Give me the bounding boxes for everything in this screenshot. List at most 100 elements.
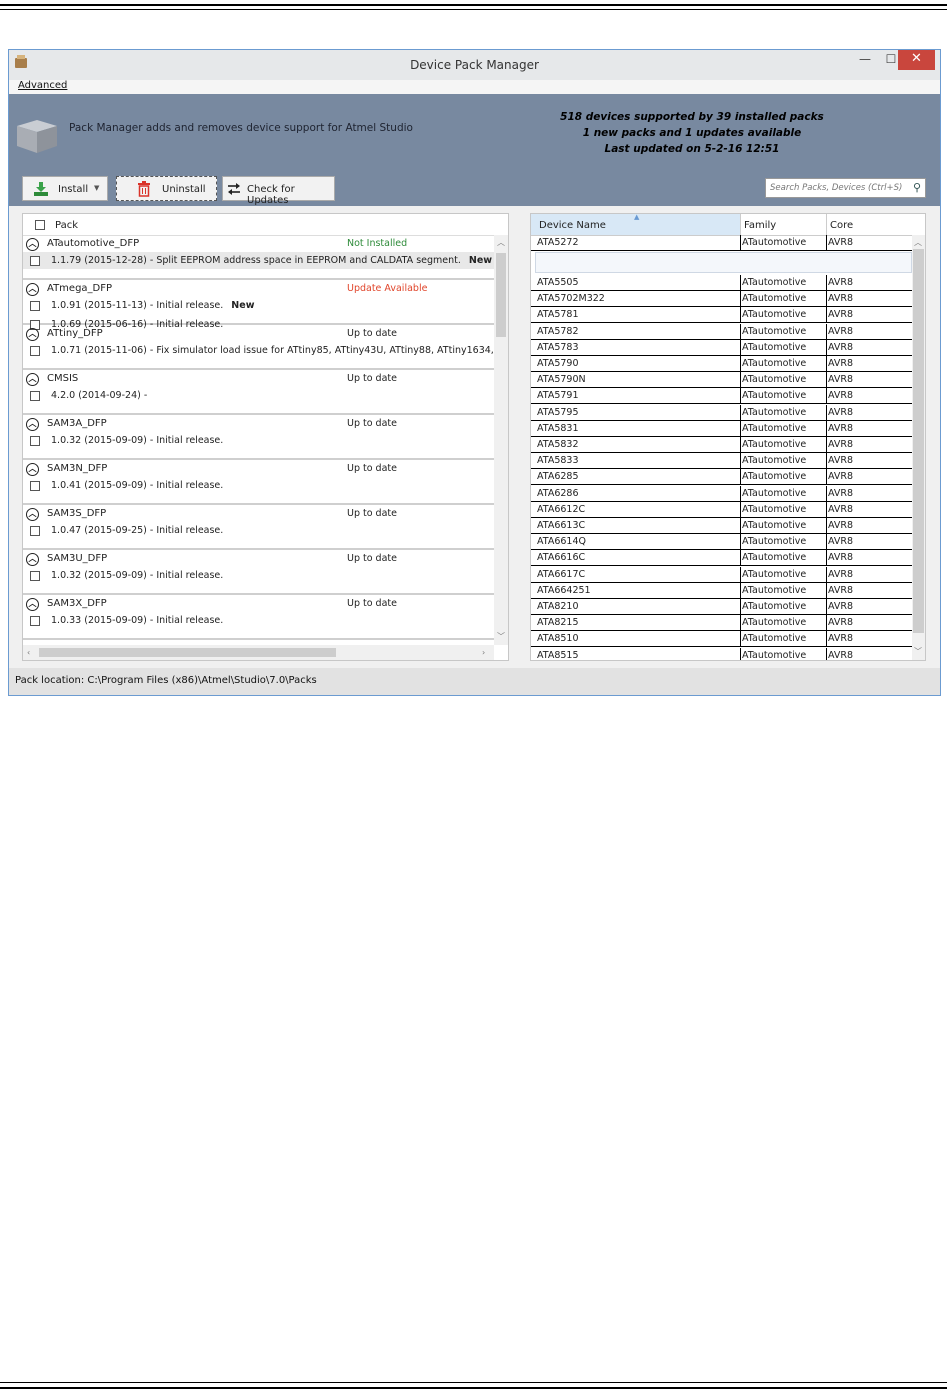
table-row[interactable]: ATA5833 ATautomotive AVR8 xyxy=(531,453,912,470)
scroll-down-arrow-icon[interactable]: ﹀ xyxy=(914,646,922,657)
table-row[interactable]: ATA6612C ATautomotive AVR8 xyxy=(531,501,912,518)
table-row[interactable]: ATA5795 ATautomotive AVR8 xyxy=(531,404,912,421)
cell-divider xyxy=(826,647,827,660)
close-button[interactable]: ✕ xyxy=(898,50,935,70)
table-row[interactable]: ATA5781 ATautomotive AVR8 xyxy=(531,307,912,324)
table-row[interactable]: ATA5791 ATautomotive AVR8 xyxy=(531,388,912,405)
table-row[interactable]: ATA6286 ATautomotive AVR8 xyxy=(531,485,912,502)
version-checkbox[interactable] xyxy=(30,481,40,491)
pack-list-horizontal-scrollbar[interactable]: ‹ › xyxy=(23,645,494,660)
collapse-icon[interactable]: ︿ xyxy=(26,553,39,566)
search-input[interactable]: Search Packs, Devices (Ctrl+S) ⚲ xyxy=(765,178,926,198)
scroll-down-arrow-icon[interactable]: ﹀ xyxy=(497,631,505,642)
pack-column-header[interactable]: Pack xyxy=(23,214,494,236)
table-row[interactable]: ATA5783 ATautomotive AVR8 xyxy=(531,339,912,356)
collapse-icon[interactable]: ︿ xyxy=(26,598,39,611)
table-row[interactable]: ATA6617C ATautomotive AVR8 xyxy=(531,566,912,583)
table-row[interactable]: ATA5702M322 ATautomotive AVR8 xyxy=(531,291,912,308)
table-row[interactable]: ATA5832 ATautomotive AVR8 xyxy=(531,437,912,453)
scroll-up-arrow-icon[interactable]: ︿ xyxy=(914,237,922,248)
version-checkbox[interactable] xyxy=(30,391,40,401)
pack-version-row[interactable]: 4.2.0 (2014-09-24) - xyxy=(23,387,494,404)
version-checkbox[interactable] xyxy=(30,526,40,536)
column-header-family[interactable]: Family xyxy=(744,220,776,231)
scrollbar-thumb[interactable] xyxy=(913,249,924,633)
core-cell: AVR8 xyxy=(828,455,854,467)
device-name-cell: ATA6617C xyxy=(537,568,586,580)
pack-version-row[interactable]: 1.1.79 (2015-12-28) - Split EEPROM addre… xyxy=(23,252,494,269)
table-row[interactable]: ATA6616C ATautomotive AVR8 xyxy=(531,550,912,567)
table-row[interactable]: ATA6285 ATautomotive AVR8 xyxy=(531,469,912,486)
collapse-icon[interactable]: ︿ xyxy=(26,373,39,386)
version-checkbox[interactable] xyxy=(30,436,40,446)
version-checkbox[interactable] xyxy=(30,616,40,626)
table-row[interactable]: ATA5505 ATautomotive AVR8 xyxy=(531,275,912,291)
table-row[interactable]: ATA5831 ATautomotive AVR8 xyxy=(531,420,912,437)
device-name-cell: ATA5790N xyxy=(537,374,586,386)
column-divider[interactable] xyxy=(740,214,741,235)
pack-version-row[interactable]: 1.0.32 (2015-09-09) - Initial release. xyxy=(23,432,494,449)
version-checkbox[interactable] xyxy=(30,256,40,266)
new-row-placeholder[interactable] xyxy=(535,252,912,273)
family-cell: ATautomotive xyxy=(742,406,807,418)
pack-version-row[interactable]: 1.0.71 (2015-11-06) - Fix simulator load… xyxy=(23,342,508,359)
table-row[interactable]: ATA8515 ATautomotive AVR8 xyxy=(531,647,912,660)
family-cell: ATautomotive xyxy=(742,552,807,564)
table-row[interactable]: ATA8215 ATautomotive AVR8 xyxy=(531,615,912,632)
cell-divider xyxy=(826,582,827,599)
minimize-button[interactable]: — xyxy=(852,50,878,70)
collapse-icon[interactable]: ︿ xyxy=(26,418,39,431)
cell-divider xyxy=(826,453,827,470)
pack-version-row[interactable]: 1.0.47 (2015-09-25) - Initial release. xyxy=(23,522,494,539)
collapse-icon[interactable]: ︿ xyxy=(26,238,39,251)
scrollbar-thumb[interactable] xyxy=(496,253,506,337)
table-row[interactable]: ATA5782 ATautomotive AVR8 xyxy=(531,323,912,340)
collapse-icon[interactable]: ︿ xyxy=(26,283,39,296)
collapse-icon[interactable]: ︿ xyxy=(26,328,39,341)
scroll-left-arrow-icon[interactable]: ‹ xyxy=(27,648,30,657)
version-checkbox[interactable] xyxy=(30,346,40,356)
select-all-checkbox[interactable] xyxy=(35,220,45,230)
pack-name: SAM3N_DFP xyxy=(47,463,108,474)
column-divider[interactable] xyxy=(826,214,827,235)
table-row[interactable]: ATA5272 ATautomotive AVR8 xyxy=(531,235,912,251)
table-row[interactable]: ATA8510 ATautomotive AVR8 xyxy=(531,631,912,648)
search-icon[interactable]: ⚲ xyxy=(913,181,921,194)
stats-updates: 1 new packs and 1 updates available xyxy=(582,127,802,139)
table-row[interactable]: ATA6613C ATautomotive AVR8 xyxy=(531,518,912,534)
pack-list-vertical-scrollbar[interactable]: ︿ ﹀ xyxy=(494,235,508,645)
version-checkbox[interactable] xyxy=(30,571,40,581)
chevron-down-icon[interactable]: ▼ xyxy=(94,184,99,192)
table-row[interactable]: ATA5790 ATautomotive AVR8 xyxy=(531,356,912,372)
collapse-icon[interactable]: ︿ xyxy=(26,508,39,521)
device-name-cell: ATA5702M322 xyxy=(537,293,605,305)
column-header-core[interactable]: Core xyxy=(830,220,853,231)
device-table-vertical-scrollbar[interactable]: ︿ ﹀ xyxy=(912,235,925,660)
pack-name: ATtiny_DFP xyxy=(47,328,103,339)
title-bar[interactable]: Device Pack Manager — ☐ ✕ xyxy=(9,50,940,80)
core-cell: AVR8 xyxy=(828,422,854,434)
panel-splitter[interactable] xyxy=(514,213,526,661)
collapse-icon[interactable]: ︿ xyxy=(26,463,39,476)
stats-summary: 518 devices supported by 39 installed pa… xyxy=(509,109,875,157)
uninstall-button[interactable]: Uninstall xyxy=(116,176,217,201)
pack-version-row[interactable]: 1.0.41 (2015-09-09) - Initial release. xyxy=(23,477,494,494)
pack-version-row[interactable]: 1.0.33 (2015-09-09) - Initial release. xyxy=(23,612,494,629)
scrollbar-thumb[interactable] xyxy=(39,648,336,657)
scroll-right-arrow-icon[interactable]: › xyxy=(482,648,485,657)
install-button[interactable]: Install ▼ xyxy=(22,176,108,201)
pack-version-row[interactable]: 1.0.91 (2015-11-13) - Initial release. Ne… xyxy=(23,297,494,314)
version-checkbox[interactable] xyxy=(30,301,40,311)
menu-advanced[interactable]: Advanced xyxy=(18,80,67,91)
column-header-device-name[interactable]: Device Name xyxy=(539,220,606,231)
table-row[interactable]: ATA8210 ATautomotive AVR8 xyxy=(531,599,912,615)
table-row[interactable]: ATA6614Q ATautomotive AVR8 xyxy=(531,534,912,551)
pack-version-row[interactable]: 1.0.32 (2015-09-09) - Initial release. xyxy=(23,567,494,584)
check-for-updates-button[interactable]: Check for Updates xyxy=(222,176,335,206)
scroll-up-arrow-icon[interactable]: ︿ xyxy=(497,237,505,248)
table-row[interactable]: ATA5790N ATautomotive AVR8 xyxy=(531,372,912,389)
table-row[interactable]: ATA664251 ATautomotive AVR8 xyxy=(531,582,912,599)
cell-divider xyxy=(826,420,827,437)
cell-divider xyxy=(826,518,827,534)
cell-divider xyxy=(740,307,741,324)
